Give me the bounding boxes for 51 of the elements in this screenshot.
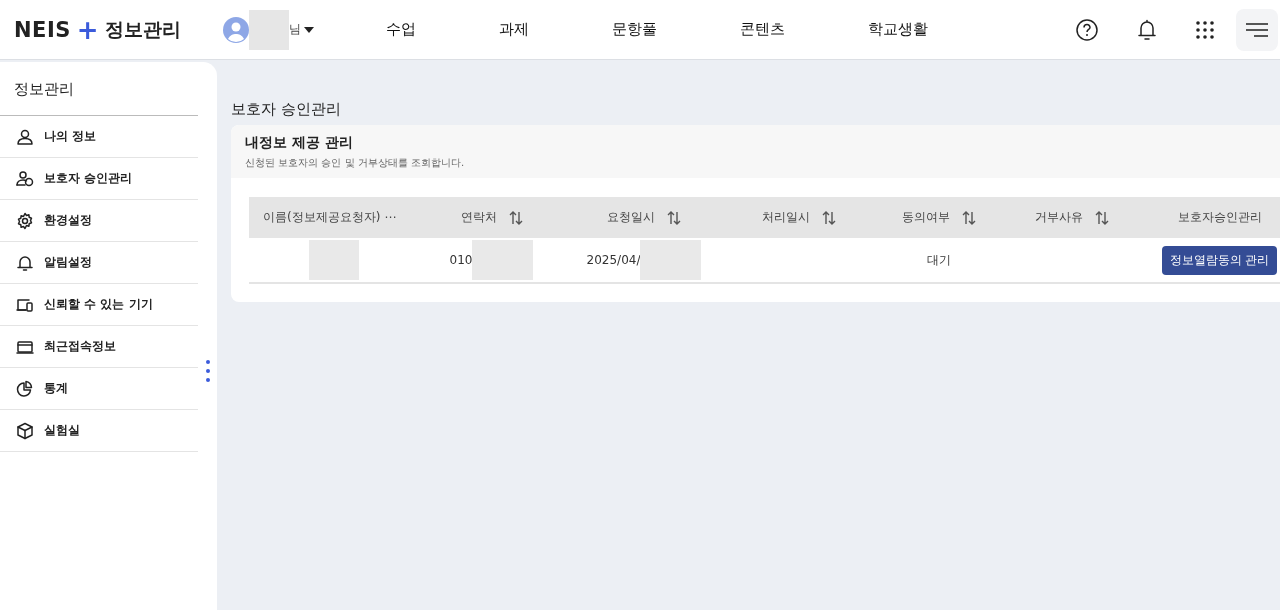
sidebar-item[interactable]: 환경설정 (0, 200, 198, 242)
sidebar-item[interactable]: 나의 정보 (0, 116, 198, 158)
cube-icon (16, 421, 34, 440)
column-header: 이름(정보제공요청자) ⋯ (249, 197, 419, 238)
settings-icon (16, 211, 34, 230)
person-icon (16, 127, 34, 146)
sidebar-item[interactable]: 통계 (0, 368, 198, 410)
sort-icon[interactable] (508, 210, 523, 225)
nav-link[interactable]: 문항풀 (611, 20, 657, 39)
apps-grid-icon[interactable] (1196, 20, 1214, 39)
sidebar-item[interactable]: 실험실 (0, 410, 198, 452)
card-title: 내정보 제공 관리 (245, 134, 354, 152)
people-icon (16, 169, 34, 188)
sidebar-item[interactable]: 최근접속정보 (0, 326, 198, 368)
sort-icon[interactable] (1094, 210, 1109, 225)
nav-link[interactable]: 과제 (498, 20, 529, 39)
pie-chart-icon (16, 379, 34, 398)
table-cell: 대기 (927, 251, 951, 269)
manage-consent-button[interactable]: 정보열람동의 관리 (1161, 245, 1278, 275)
nav-link[interactable]: 학교생활 (867, 20, 928, 39)
sidebar-item[interactable]: 보호자 승인관리 (0, 158, 198, 200)
bell-icon (16, 253, 34, 272)
column-header[interactable]: 연락처 (419, 197, 564, 238)
sort-icon[interactable] (822, 210, 836, 225)
nav-link[interactable]: 콘텐츠 (739, 20, 785, 39)
redacted-block (248, 9, 289, 50)
column-header: 보호자승인관리 (1139, 197, 1280, 238)
page-title: 보호자 승인관리 (231, 100, 342, 119)
caret-icon[interactable] (303, 26, 314, 33)
sidebar-item[interactable]: 알림설정 (0, 242, 198, 284)
card-subtitle: 신청된 보호자의 승인 및 거부상태를 조회합니다. (245, 156, 466, 170)
app-title: 정보관리 (104, 16, 181, 42)
sort-icon[interactable] (667, 210, 681, 225)
logo-plus: + (76, 16, 99, 43)
nav-link[interactable]: 수업 (385, 20, 416, 39)
resize-handle-icon[interactable] (205, 359, 211, 383)
menu-icon (1246, 22, 1268, 37)
column-header[interactable]: 동의여부 (874, 197, 1004, 238)
column-header[interactable]: 처리일시 (724, 197, 874, 238)
column-header[interactable]: 요청일시 (564, 197, 724, 238)
column-header[interactable]: 거부사유 (1004, 197, 1139, 238)
sort-icon[interactable] (962, 210, 976, 225)
logo-text: NEIS (14, 17, 71, 42)
user-name[interactable]: 님 (288, 21, 301, 38)
table-cell: 010 (449, 253, 473, 267)
sidebar-item[interactable]: 신뢰할 수 있는 기기 (0, 284, 198, 326)
menu-button[interactable] (1236, 8, 1278, 51)
sidebar-title: 정보관리 (0, 62, 198, 116)
help-icon[interactable] (1076, 18, 1098, 41)
table-cell: 2025/04/ (586, 253, 641, 267)
bell-icon[interactable] (1137, 18, 1157, 41)
